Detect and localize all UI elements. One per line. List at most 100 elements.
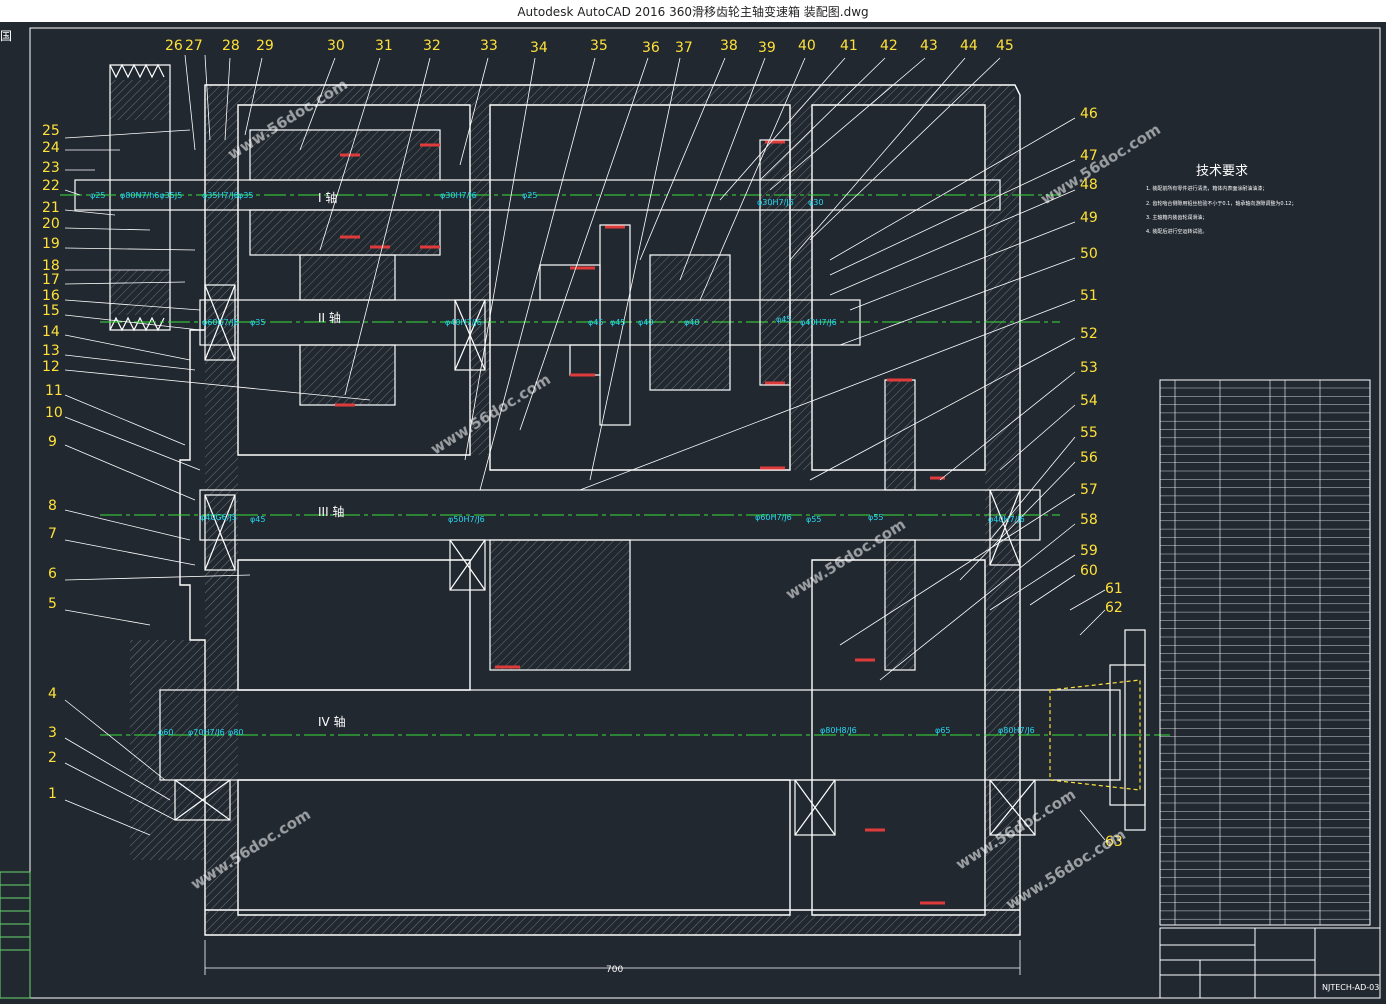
shaft-label-3: III 轴	[318, 504, 344, 519]
dim-label: φ40H7/J6	[800, 318, 837, 327]
callout-61[interactable]: 61	[1105, 581, 1123, 597]
dim-label: φ80	[228, 728, 243, 737]
callout-35[interactable]: 35	[590, 38, 608, 54]
dim-label: φ35	[250, 318, 265, 327]
window-titlebar[interactable]: Autodesk AutoCAD 2016 360滑移齿轮主轴变速箱 装配图.d…	[0, 0, 1386, 23]
callout-28[interactable]: 28	[222, 38, 240, 54]
dim-label: φ80H7/J6	[998, 726, 1035, 735]
callout-1[interactable]: 1	[48, 786, 57, 802]
callout-30[interactable]: 30	[327, 38, 345, 54]
shaft-label-1: I 轴	[318, 190, 337, 205]
left-margin-table	[0, 871, 31, 999]
callout-12[interactable]: 12	[42, 359, 60, 375]
callout-34[interactable]: 34	[530, 40, 548, 56]
callout-60[interactable]: 60	[1080, 563, 1098, 579]
callout-9[interactable]: 9	[48, 434, 57, 450]
parts-list-table	[1159, 379, 1371, 926]
dim-label: φ45	[588, 318, 603, 327]
callout-13[interactable]: 13	[42, 343, 60, 359]
window-title: Autodesk AutoCAD 2016 360滑移齿轮主轴变速箱 装配图.d…	[517, 5, 869, 19]
callout-29[interactable]: 29	[256, 38, 274, 54]
callout-50[interactable]: 50	[1080, 246, 1098, 262]
callout-16[interactable]: 16	[42, 288, 60, 304]
callout-45[interactable]: 45	[996, 38, 1014, 54]
callout-8[interactable]: 8	[48, 498, 57, 514]
callout-27[interactable]: 27	[185, 38, 203, 54]
callout-14[interactable]: 14	[42, 324, 60, 340]
dim-label: φ25	[90, 191, 105, 200]
watermark: www.56doc.com	[1003, 825, 1129, 913]
callout-38[interactable]: 38	[720, 38, 738, 54]
callout-10[interactable]: 10	[45, 405, 63, 421]
callout-57[interactable]: 57	[1080, 482, 1098, 498]
tooth-marks	[335, 140, 945, 905]
callout-23[interactable]: 23	[42, 160, 60, 176]
tech-requirement-item: 4. 装配后进行空运转试验。	[1146, 228, 1207, 235]
dim-label: φ45	[250, 515, 265, 524]
tech-requirement-item: 1. 装配前所有零件进行清洗，箱体内表面涂耐油油漆；	[1146, 185, 1267, 192]
watermark: www.56doc.com	[1038, 120, 1164, 208]
callout-41[interactable]: 41	[840, 38, 858, 54]
tech-requirement-item: 2. 齿轮啮合侧隙用铅丝检验不小于0.1，轴承轴向游隙调整为0.12；	[1146, 200, 1296, 207]
tech-requirements: 1. 装配前所有零件进行清洗，箱体内表面涂耐油油漆； 2. 齿轮啮合侧隙用铅丝检…	[1146, 185, 1296, 235]
dim-label: φ45	[776, 315, 791, 324]
callout-43[interactable]: 43	[920, 38, 938, 54]
dim-label: φ60	[158, 728, 173, 737]
overall-dimension: 700	[606, 965, 623, 975]
callout-4[interactable]: 4	[48, 686, 57, 702]
drawing-canvas[interactable]: 国 26 27 28 29 30 31 32 33 34 35 36 37 38…	[0, 22, 1386, 1000]
callout-40[interactable]: 40	[798, 38, 816, 54]
callout-11[interactable]: 11	[45, 383, 63, 399]
callout-62[interactable]: 62	[1105, 600, 1123, 616]
callout-55[interactable]: 55	[1080, 425, 1098, 441]
left-edge-label: 国	[0, 29, 12, 43]
callout-5[interactable]: 5	[48, 596, 57, 612]
callout-44[interactable]: 44	[960, 38, 978, 54]
callout-51[interactable]: 51	[1080, 288, 1098, 304]
dim-label: φ40H7/J6	[445, 318, 482, 327]
dim-label: φ80N7/h6φ35J5	[120, 191, 182, 200]
dim-label: φ40H7/J6	[988, 515, 1025, 524]
callout-53[interactable]: 53	[1080, 360, 1098, 376]
callout-39[interactable]: 39	[758, 40, 776, 56]
dim-label: φ55	[806, 515, 821, 524]
callout-52[interactable]: 52	[1080, 326, 1098, 342]
callout-31[interactable]: 31	[375, 38, 393, 54]
callout-25[interactable]: 25	[42, 123, 60, 139]
tech-requirements-title: 技术要求	[1196, 164, 1248, 179]
callout-2[interactable]: 2	[48, 750, 57, 766]
callout-59[interactable]: 59	[1080, 543, 1098, 559]
callout-54[interactable]: 54	[1080, 393, 1098, 409]
callout-32[interactable]: 32	[423, 38, 441, 54]
callout-17[interactable]: 17	[42, 272, 60, 288]
dim-label: φ35	[238, 191, 253, 200]
dim-label: φ40	[684, 318, 699, 327]
callout-58[interactable]: 58	[1080, 512, 1098, 528]
shaft-label-2: II 轴	[318, 310, 341, 325]
callout-7[interactable]: 7	[48, 526, 57, 542]
callout-49[interactable]: 49	[1080, 210, 1098, 226]
callout-26[interactable]: 26	[165, 38, 183, 54]
dim-label: φ50H7/J6	[448, 515, 485, 524]
drawing-number: NJTECH-AD-03	[1322, 983, 1379, 992]
callout-3[interactable]: 3	[48, 725, 57, 741]
dim-label: φ35H7/J6	[202, 191, 239, 200]
callout-21[interactable]: 21	[42, 200, 60, 216]
shaft-label-4: IV 轴	[318, 714, 346, 729]
dim-label: φ25	[522, 191, 537, 200]
callout-22[interactable]: 22	[42, 178, 60, 194]
callout-42[interactable]: 42	[880, 38, 898, 54]
callout-37[interactable]: 37	[675, 40, 693, 56]
dim-label: φ45	[610, 318, 625, 327]
watermark: www.56doc.com	[428, 370, 554, 458]
dim-label: φ80H8/J6	[820, 726, 857, 735]
callout-33[interactable]: 33	[480, 38, 498, 54]
callout-56[interactable]: 56	[1080, 450, 1098, 466]
callout-15[interactable]: 15	[42, 303, 60, 319]
callout-20[interactable]: 20	[42, 216, 60, 232]
callout-36[interactable]: 36	[642, 40, 660, 56]
callout-6[interactable]: 6	[48, 566, 57, 582]
callout-46[interactable]: 46	[1080, 106, 1098, 122]
callout-24[interactable]: 24	[42, 140, 60, 156]
callout-19[interactable]: 19	[42, 236, 60, 252]
